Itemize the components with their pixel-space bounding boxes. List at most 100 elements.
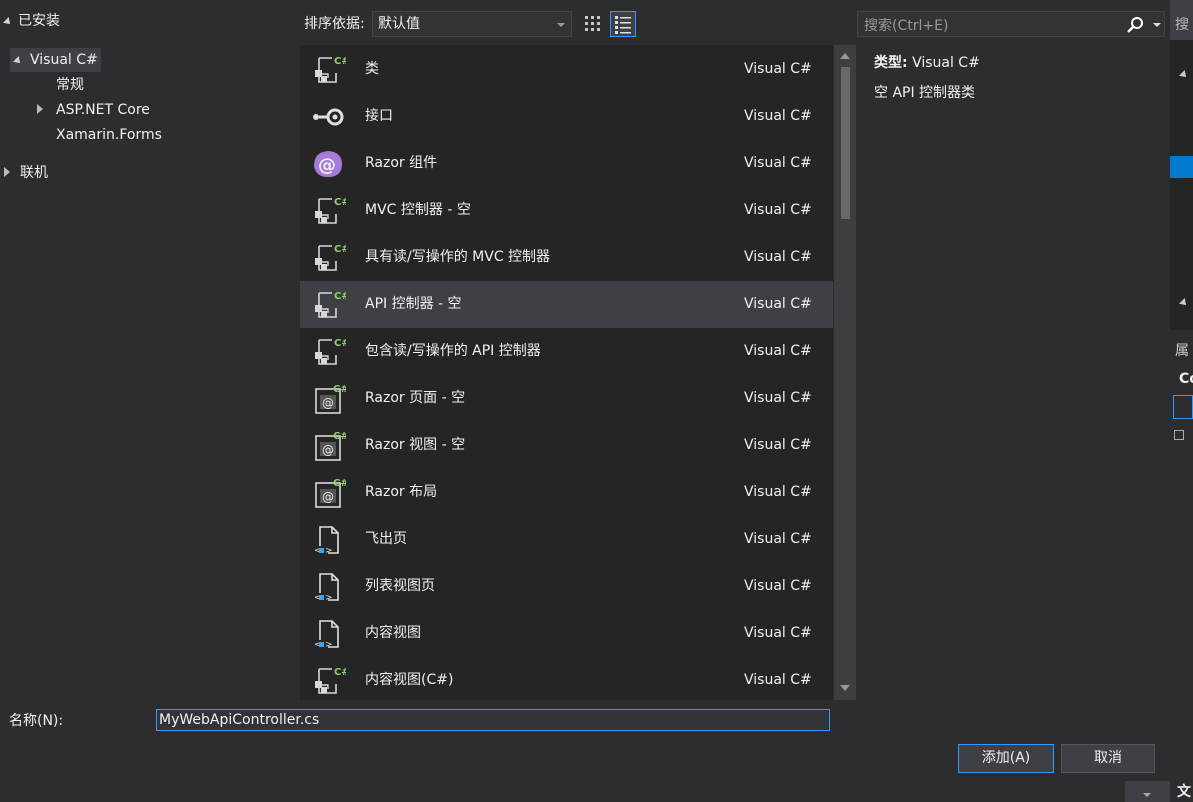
background-search-box: 搜 [1170, 0, 1193, 40]
svg-text:>: > [325, 546, 333, 556]
xaml-page-icon: < > [310, 522, 346, 558]
tree-item-visual-csharp[interactable]: Visual C# [10, 48, 101, 72]
template-row[interactable]: C# 类 Visual C# [300, 46, 833, 93]
template-name: 列表视图页 [365, 578, 435, 594]
search-input[interactable]: 搜索(Ctrl+E) [857, 11, 1165, 37]
template-language: Visual C# [744, 61, 812, 77]
csharp-class-icon: C# [310, 52, 350, 88]
expand-arrow-icon[interactable] [3, 17, 13, 27]
csharp-class-icon: C# [310, 287, 350, 323]
template-row[interactable]: C# API 控制器 - 空 Visual C# [300, 281, 833, 328]
template-language: Visual C# [744, 249, 812, 265]
template-language: Visual C# [744, 578, 812, 594]
sort-label: 排序依据: [304, 16, 365, 32]
collapse-box-icon [1174, 430, 1184, 440]
template-language: Visual C# [744, 202, 812, 218]
tree-item-aspnet-core[interactable]: ASP.NET Core [37, 98, 150, 122]
template-list-scrollbar[interactable] [834, 45, 856, 700]
template-name: 类 [365, 61, 379, 77]
template-name: 包含读/写操作的 API 控制器 [365, 343, 541, 359]
background-text-fragment: 文 [1177, 784, 1191, 800]
template-row[interactable]: @C# Razor 视图 - 空 Visual C# [300, 422, 833, 469]
template-row[interactable]: C# MVC 控制器 - 空 Visual C# [300, 187, 833, 234]
template-row[interactable]: 接口 Visual C# [300, 93, 833, 140]
interface-icon [310, 99, 346, 135]
template-language: Visual C# [744, 437, 812, 453]
xaml-page-icon: < > [310, 569, 346, 605]
razor-page-icon: @C# [310, 381, 349, 417]
resize-grip[interactable] [1125, 781, 1170, 802]
scroll-up-icon[interactable] [840, 53, 850, 59]
sort-dropdown[interactable]: 默认值 [372, 11, 572, 37]
template-language: Visual C# [744, 108, 812, 124]
template-name: 内容视图 [365, 625, 421, 641]
svg-text:>: > [325, 593, 333, 603]
template-row[interactable]: @ Razor 组件 Visual C# [300, 140, 833, 187]
tree-item-label: ASP.NET Core [56, 102, 150, 118]
template-name: 飞出页 [365, 531, 407, 547]
tree-item-label: 常规 [56, 77, 84, 93]
template-language: Visual C# [744, 672, 812, 688]
template-row[interactable]: C# 具有读/写操作的 MVC 控制器 Visual C# [300, 234, 833, 281]
svg-text:@: @ [322, 396, 334, 410]
svg-text:C#: C# [334, 197, 346, 208]
properties-object-fragment: Co [1179, 371, 1193, 387]
background-status-area: 文 [1170, 775, 1193, 802]
template-name: 接口 [365, 108, 393, 124]
template-name: API 控制器 - 空 [365, 296, 462, 312]
list-view-icon [615, 16, 631, 34]
scroll-down-icon[interactable] [840, 685, 850, 691]
template-description: 空 API 控制器类 [874, 85, 976, 101]
list-view-button[interactable] [610, 11, 636, 37]
expand-arrow-icon [1179, 70, 1189, 80]
scrollbar-thumb[interactable] [841, 67, 850, 219]
svg-text:@: @ [322, 490, 334, 504]
expand-arrow-icon [1179, 298, 1189, 308]
svg-text:C#: C# [334, 338, 346, 349]
tree-item-label: 已安装 [18, 13, 60, 29]
template-row[interactable]: < > 列表视图页 Visual C# [300, 563, 833, 610]
template-row[interactable]: < > 内容视图 Visual C# [300, 610, 833, 657]
expand-arrow-icon[interactable] [13, 56, 23, 66]
small-icons-view-button[interactable] [580, 11, 606, 37]
tree-item-xamarin-forms[interactable]: Xamarin.Forms [56, 123, 162, 147]
categorized-view-icon [1173, 395, 1193, 419]
add-button[interactable]: 添加(A) [958, 744, 1054, 773]
template-row[interactable]: @C# Razor 页面 - 空 Visual C# [300, 375, 833, 422]
tree-item-installed[interactable]: 已安装 [3, 9, 60, 33]
cancel-button[interactable]: 取消 [1061, 744, 1155, 773]
template-row[interactable]: < > 飞出页 Visual C# [300, 516, 833, 563]
tree-item-general[interactable]: 常规 [56, 73, 84, 97]
file-name-input[interactable] [156, 709, 830, 731]
template-name: Razor 布局 [365, 484, 438, 500]
template-name: 内容视图(C#) [365, 672, 454, 688]
csharp-class-icon: C# [310, 334, 350, 370]
svg-text:C#: C# [333, 384, 346, 395]
background-selected-item [1170, 156, 1193, 178]
collapse-arrow-icon[interactable] [37, 104, 43, 114]
template-row[interactable]: C# 包含读/写操作的 API 控制器 Visual C# [300, 328, 833, 375]
search-placeholder: 搜索(Ctrl+E) [864, 18, 949, 34]
svg-text:C#: C# [333, 478, 346, 489]
svg-text:C#: C# [334, 291, 346, 302]
tree-item-label: 联机 [20, 165, 48, 181]
template-language: Visual C# [744, 484, 812, 500]
tree-item-online[interactable]: 联机 [4, 161, 48, 185]
chevron-down-icon [557, 23, 565, 27]
svg-text:C#: C# [334, 244, 346, 255]
template-row[interactable]: @C# Razor 布局 Visual C# [300, 469, 833, 516]
template-row[interactable]: C# 内容视图(C#) Visual C# [300, 657, 833, 700]
sort-value: 默认值 [378, 16, 420, 32]
search-icon[interactable] [1126, 16, 1144, 34]
template-language: Visual C# [744, 390, 812, 406]
template-name: Razor 组件 [365, 155, 438, 171]
template-name: MVC 控制器 - 空 [365, 202, 471, 218]
svg-text:@: @ [318, 155, 336, 176]
razor-page-icon: @C# [310, 428, 349, 464]
svg-text:C#: C# [334, 667, 346, 678]
collapse-arrow-icon[interactable] [4, 167, 10, 177]
svg-text:@: @ [322, 443, 334, 457]
template-language: Visual C# [744, 155, 812, 171]
properties-fragment: 属 [1175, 343, 1189, 359]
chevron-down-icon[interactable] [1153, 23, 1161, 27]
